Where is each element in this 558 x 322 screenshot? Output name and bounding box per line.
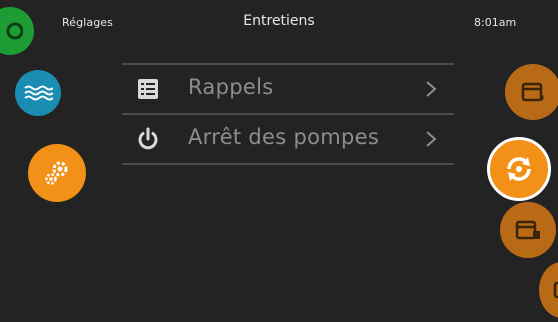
maintenance-cycle-icon <box>507 157 531 181</box>
schedule-calendar-button[interactable] <box>500 202 556 258</box>
gears-icon <box>45 161 68 185</box>
settings-gears-button[interactable] <box>28 144 86 202</box>
power-icon <box>138 127 158 150</box>
water-button[interactable] <box>15 70 61 116</box>
clock-time: 8:01am <box>474 16 517 29</box>
calendar-drop-icon <box>521 82 544 102</box>
maintenance-button-selected[interactable] <box>487 137 551 201</box>
power-green-icon <box>6 22 23 40</box>
list-icon <box>138 79 158 99</box>
partial-icon <box>553 281 558 299</box>
extra-options-button[interactable] <box>539 262 558 318</box>
water-waves-icon <box>24 85 53 101</box>
reminder-calendar-button[interactable] <box>505 64 558 120</box>
menu-item-label: Arrêt des pompes <box>188 125 380 149</box>
menu-item-reminders[interactable]: Rappels <box>122 65 454 115</box>
maintenance-menu: Rappels Arrêt des pompes <box>122 63 454 165</box>
menu-item-label: Rappels <box>188 75 274 99</box>
menu-item-pump-stop[interactable]: Arrêt des pompes <box>122 115 454 165</box>
calendar-clock-icon <box>515 220 540 240</box>
top-bar: Réglages Entretiens 8:01am <box>0 0 558 44</box>
chevron-right-icon <box>426 81 437 97</box>
spa-control-screen: Réglages Entretiens 8:01am Rappels Arrêt… <box>0 0 558 322</box>
chevron-right-icon <box>426 131 437 147</box>
